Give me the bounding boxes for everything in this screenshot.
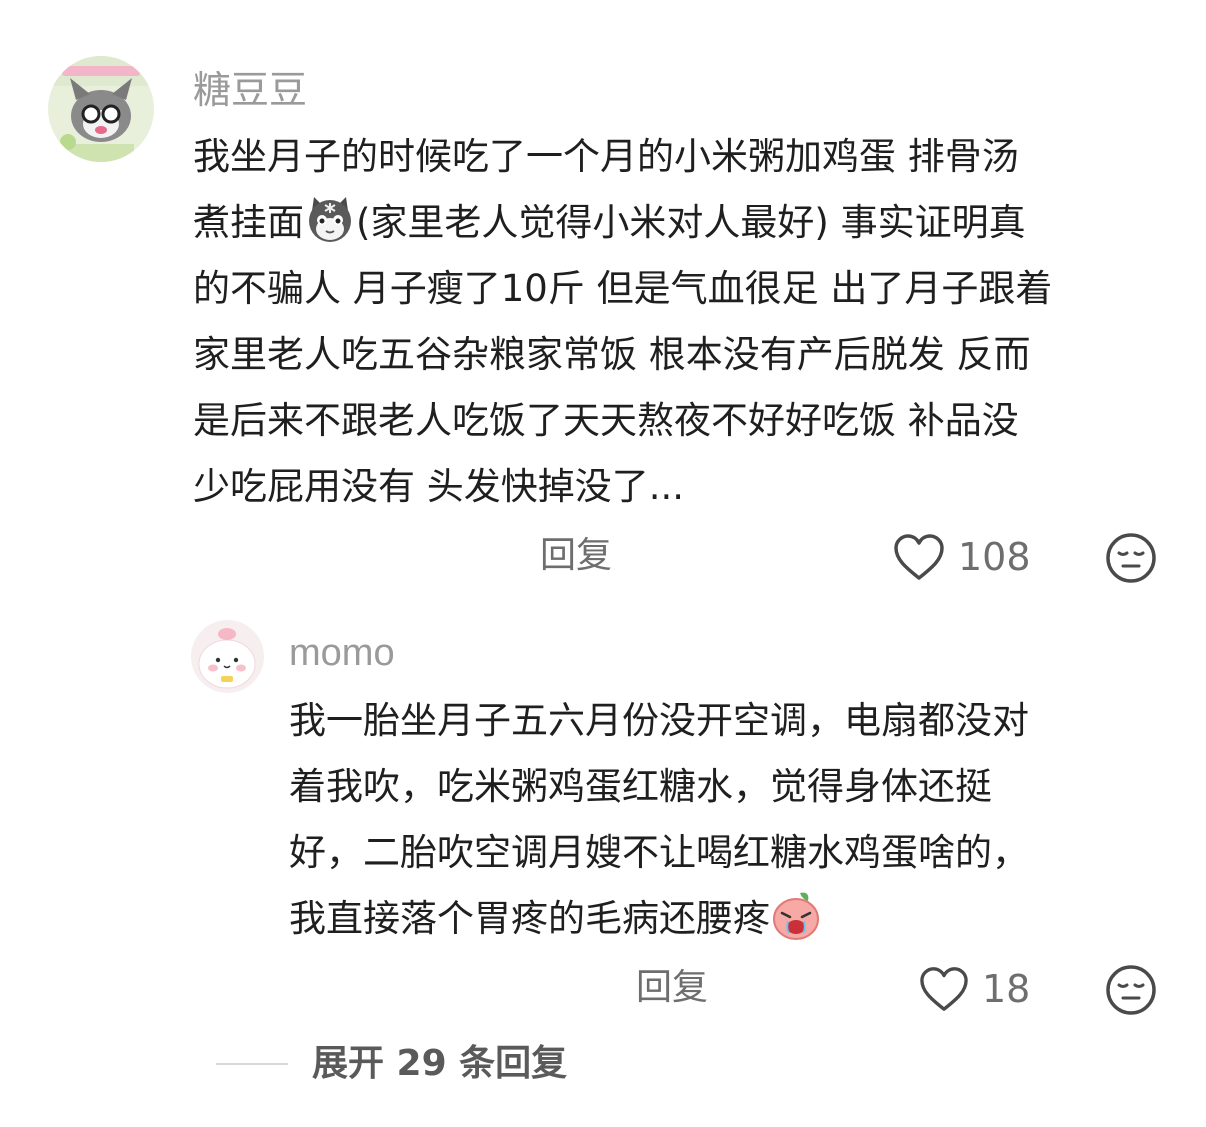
comment-line: 煮挂面 (家里老人觉得小米对人最好) 事实证明真 — [193, 190, 1052, 256]
reply-button[interactable]: 回复 — [636, 970, 708, 1006]
comment-line: 好，二胎吹空调月嫂不让喝红糖水鸡蛋啥的， — [289, 831, 1029, 874]
dislike-button[interactable] — [1105, 964, 1157, 1016]
reply-button[interactable]: 回复 — [540, 538, 612, 574]
crying-peach-emoji — [770, 889, 822, 941]
expand-replies-button[interactable]: 展开 29 条回复 — [216, 1046, 567, 1082]
avatar-tangdoudou[interactable] — [48, 56, 154, 162]
like-count: 18 — [982, 967, 1031, 1011]
username[interactable]: 糖豆豆 — [193, 71, 307, 109]
comment-line-text: 我直接落个胃疼的毛病还腰疼 — [289, 897, 770, 940]
comment-line: 家里老人吃五谷杂粮家常饭 根本没有产后脱发 反而 — [193, 333, 1031, 376]
comment-line-suffix: (家里老人觉得小米对人最好) 事实证明真 — [356, 201, 1026, 244]
neutral-face-icon — [1106, 965, 1156, 1015]
heart-outline-icon — [918, 965, 970, 1013]
username[interactable]: momo — [289, 634, 395, 672]
comment-line: 少吃屁用没有 头发快掉没了... — [193, 465, 685, 508]
comment-line: 我直接落个胃疼的毛病还腰疼 — [289, 886, 1029, 952]
comment-line: 的不骗人 月子瘦了10斤 但是气血很足 出了月子跟着 — [193, 267, 1053, 310]
like-button[interactable]: 108 — [892, 532, 1031, 582]
comment-text: 我一胎坐月子五六月份没开空调，电扇都没对 着我吹，吃米粥鸡蛋红糖水，觉得身体还挺… — [289, 688, 1029, 952]
comment-line: 着我吹，吃米粥鸡蛋红糖水，觉得身体还挺 — [289, 765, 992, 808]
like-count: 108 — [958, 535, 1031, 579]
comment-line: 我一胎坐月子五六月份没开空调，电扇都没对 — [289, 699, 1029, 742]
divider — [216, 1063, 288, 1065]
like-button[interactable]: 18 — [918, 965, 1030, 1013]
comment-line: 是后来不跟老人吃饭了天天熬夜不好好吃饭 补品没 — [193, 399, 1019, 442]
dislike-button[interactable] — [1105, 532, 1157, 584]
cat-emoji — [304, 193, 356, 245]
comment-line-prefix: 煮挂面 — [193, 201, 304, 244]
comment-text: 我坐月子的时候吃了一个月的小米粥加鸡蛋 排骨汤 煮挂面 (家里老人觉得小米对人最… — [193, 124, 1052, 520]
avatar-momo[interactable] — [191, 620, 264, 693]
neutral-face-icon — [1106, 533, 1156, 583]
comment-line: 我坐月子的时候吃了一个月的小米粥加鸡蛋 排骨汤 — [193, 135, 1019, 178]
heart-outline-icon — [892, 532, 946, 582]
expand-replies-label: 展开 29 条回复 — [312, 1043, 568, 1084]
